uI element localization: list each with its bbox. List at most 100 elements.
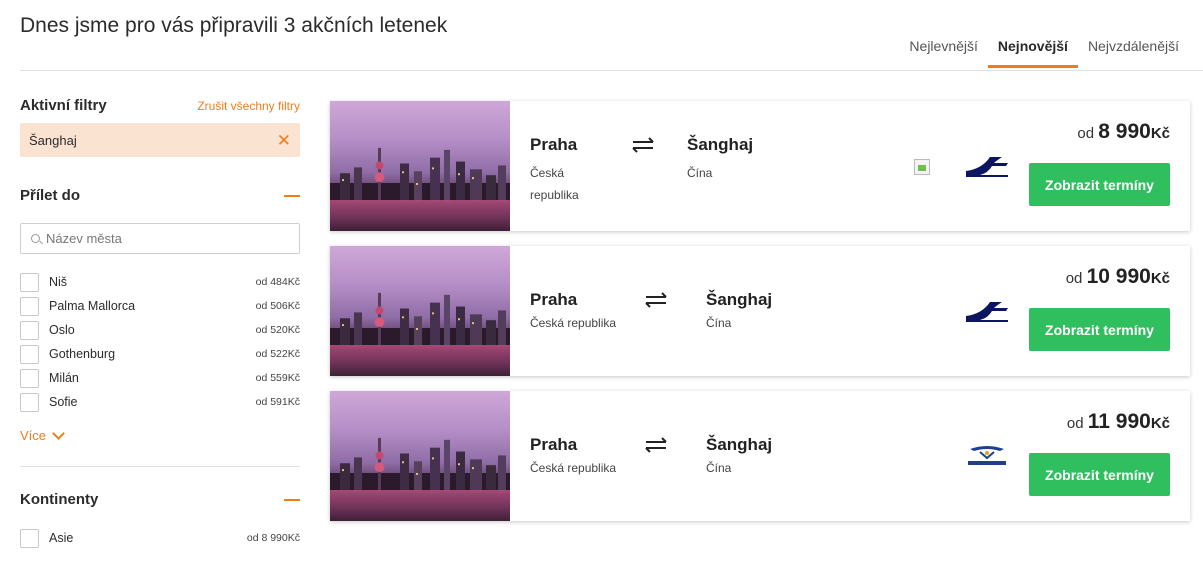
- arrivals-section: Přílet do Niš od 484Kč Palma Mallorca od…: [20, 187, 300, 443]
- city-filter-row: Palma Mallorca od 506Kč: [20, 294, 300, 318]
- city-search-box: [20, 223, 300, 254]
- sort-tabs: Nejlevnější Nejnovější Nejvzdálenější: [899, 38, 1189, 68]
- departure-country: Česká republika: [530, 166, 579, 202]
- city-filter-row: Niš od 484Kč: [20, 270, 300, 294]
- round-trip-arrows-icon: [632, 137, 654, 153]
- route-info: Praha Česká republika Šanghaj Čína: [530, 391, 910, 521]
- show-more-link[interactable]: Více: [20, 426, 300, 443]
- round-trip-arrows-icon: [645, 292, 667, 308]
- tab-farthest[interactable]: Nejvzdálenější: [1078, 38, 1189, 68]
- filter-sidebar: Aktivní filtry Zrušit všechny filtry Šan…: [20, 97, 300, 550]
- city-checkbox[interactable]: [20, 272, 39, 292]
- price-value: 8 990: [1098, 120, 1151, 143]
- city-filter-row: Milán od 559Kč: [20, 366, 300, 390]
- arrival-country: Čína: [687, 166, 713, 180]
- continent-list: Asie od 8 990Kč: [20, 526, 300, 550]
- active-filters-header: Aktivní filtry Zrušit všechny filtry: [20, 97, 300, 114]
- continents-header: Kontinenty: [20, 491, 300, 508]
- tab-newest[interactable]: Nejnovější: [987, 38, 1078, 68]
- aeroflot-logo: [968, 446, 1006, 465]
- skyline-image: [330, 292, 510, 348]
- destination-photo: [330, 391, 510, 521]
- round-trip-arrows-icon: [645, 437, 667, 453]
- city-checkbox[interactable]: [20, 296, 39, 316]
- arrival-city: Šanghaj Čína: [706, 290, 772, 334]
- chevron-down-icon: [52, 426, 65, 440]
- departure-city: Praha Česká republika: [530, 290, 616, 334]
- city-checkbox[interactable]: [20, 392, 39, 412]
- price-prefix: od: [1065, 270, 1087, 287]
- city-checkbox[interactable]: [20, 368, 39, 388]
- continent-filter-row: Asie od 8 990Kč: [20, 526, 300, 550]
- water-reflection: [330, 489, 510, 521]
- city-search-input[interactable]: [46, 231, 276, 246]
- city-name: Sofie: [49, 395, 78, 409]
- continent-price: od 8 990Kč: [246, 532, 300, 544]
- price-currency: Kč: [1150, 125, 1170, 142]
- offer-card[interactable]: Praha Česká republika Šanghaj Čína od 8 …: [330, 101, 1190, 231]
- city-price: od 520Kč: [255, 324, 300, 336]
- price-currency: Kč: [1150, 270, 1170, 287]
- city-list: Niš od 484Kč Palma Mallorca od 506Kč Osl…: [20, 270, 300, 414]
- skyline-image: [330, 147, 510, 203]
- continents-section: Kontinenty Asie od 8 990Kč: [20, 491, 300, 550]
- show-dates-button[interactable]: Zobrazit termíny: [1029, 163, 1170, 206]
- city-name: Palma Mallorca: [49, 299, 136, 313]
- arrival-city-name: Šanghaj: [706, 435, 773, 454]
- minus-icon[interactable]: [284, 194, 300, 197]
- route-info: Praha Česká republika Šanghaj Čína: [530, 246, 910, 376]
- skyline-image: [330, 437, 510, 493]
- sidebar-divider: [20, 466, 300, 467]
- water-reflection: [330, 199, 510, 231]
- offer-list: Praha Česká republika Šanghaj Čína od 8 …: [330, 101, 1190, 536]
- continent-name: Asie: [49, 531, 74, 545]
- price-prefix: od: [1066, 415, 1088, 432]
- city-price: od 484Kč: [255, 276, 300, 288]
- close-icon[interactable]: ✕: [277, 132, 291, 149]
- departure-country: Česká republika: [530, 316, 617, 330]
- city-filter-row: Gothenburg od 522Kč: [20, 342, 300, 366]
- destination-photo: [330, 246, 510, 376]
- city-filter-row: Oslo od 520Kč: [20, 318, 300, 342]
- header-divider: [20, 70, 1203, 71]
- finnair-logo: [966, 302, 1008, 322]
- departure-country: Česká republika: [530, 461, 617, 475]
- tab-cheapest[interactable]: Nejlevnější: [899, 38, 987, 68]
- arrivals-header: Přílet do: [20, 187, 300, 204]
- departure-city-name: Praha: [530, 290, 578, 309]
- water-reflection: [330, 344, 510, 376]
- departure-city: Praha Česká republika: [530, 435, 616, 479]
- offer-card[interactable]: Praha Česká republika Šanghaj Čína od 11…: [330, 391, 1190, 521]
- finnair-logo: [966, 157, 1008, 177]
- search-icon: [31, 234, 40, 243]
- city-name: Oslo: [49, 323, 75, 337]
- broken-image-icon: [914, 159, 930, 175]
- city-checkbox[interactable]: [20, 344, 39, 364]
- city-price: od 506Kč: [255, 300, 300, 312]
- active-filters-title: Aktivní filtry: [20, 97, 107, 114]
- city-price: od 591Kč: [255, 396, 300, 408]
- price-display: od 11 990Kč: [1067, 410, 1170, 434]
- active-filter-chip: Šanghaj ✕: [20, 123, 300, 157]
- city-name: Niš: [49, 275, 68, 289]
- minus-icon[interactable]: [284, 498, 300, 501]
- city-filter-row: Sofie od 591Kč: [20, 390, 300, 414]
- show-dates-button[interactable]: Zobrazit termíny: [1029, 453, 1170, 496]
- city-name: Milán: [49, 371, 79, 385]
- continent-checkbox[interactable]: [20, 528, 39, 548]
- arrivals-title: Přílet do: [20, 187, 81, 204]
- show-dates-button[interactable]: Zobrazit termíny: [1029, 308, 1170, 351]
- price-value: 11 990: [1087, 410, 1151, 433]
- price-prefix: od: [1077, 125, 1099, 142]
- offer-card[interactable]: Praha Česká republika Šanghaj Čína od 10…: [330, 246, 1190, 376]
- city-checkbox[interactable]: [20, 320, 39, 340]
- price-currency: Kč: [1150, 415, 1170, 432]
- departure-city-name: Praha: [530, 435, 578, 454]
- price-value: 10 990: [1086, 265, 1151, 288]
- departure-city: Praha Česká republika: [530, 135, 590, 206]
- city-price: od 559Kč: [255, 372, 300, 384]
- arrival-city: Šanghaj Čína: [706, 435, 772, 479]
- price-display: od 8 990Kč: [1077, 120, 1170, 144]
- clear-all-filters-link[interactable]: Zrušit všechny filtry: [197, 99, 300, 113]
- route-info: Praha Česká republika Šanghaj Čína: [530, 101, 910, 231]
